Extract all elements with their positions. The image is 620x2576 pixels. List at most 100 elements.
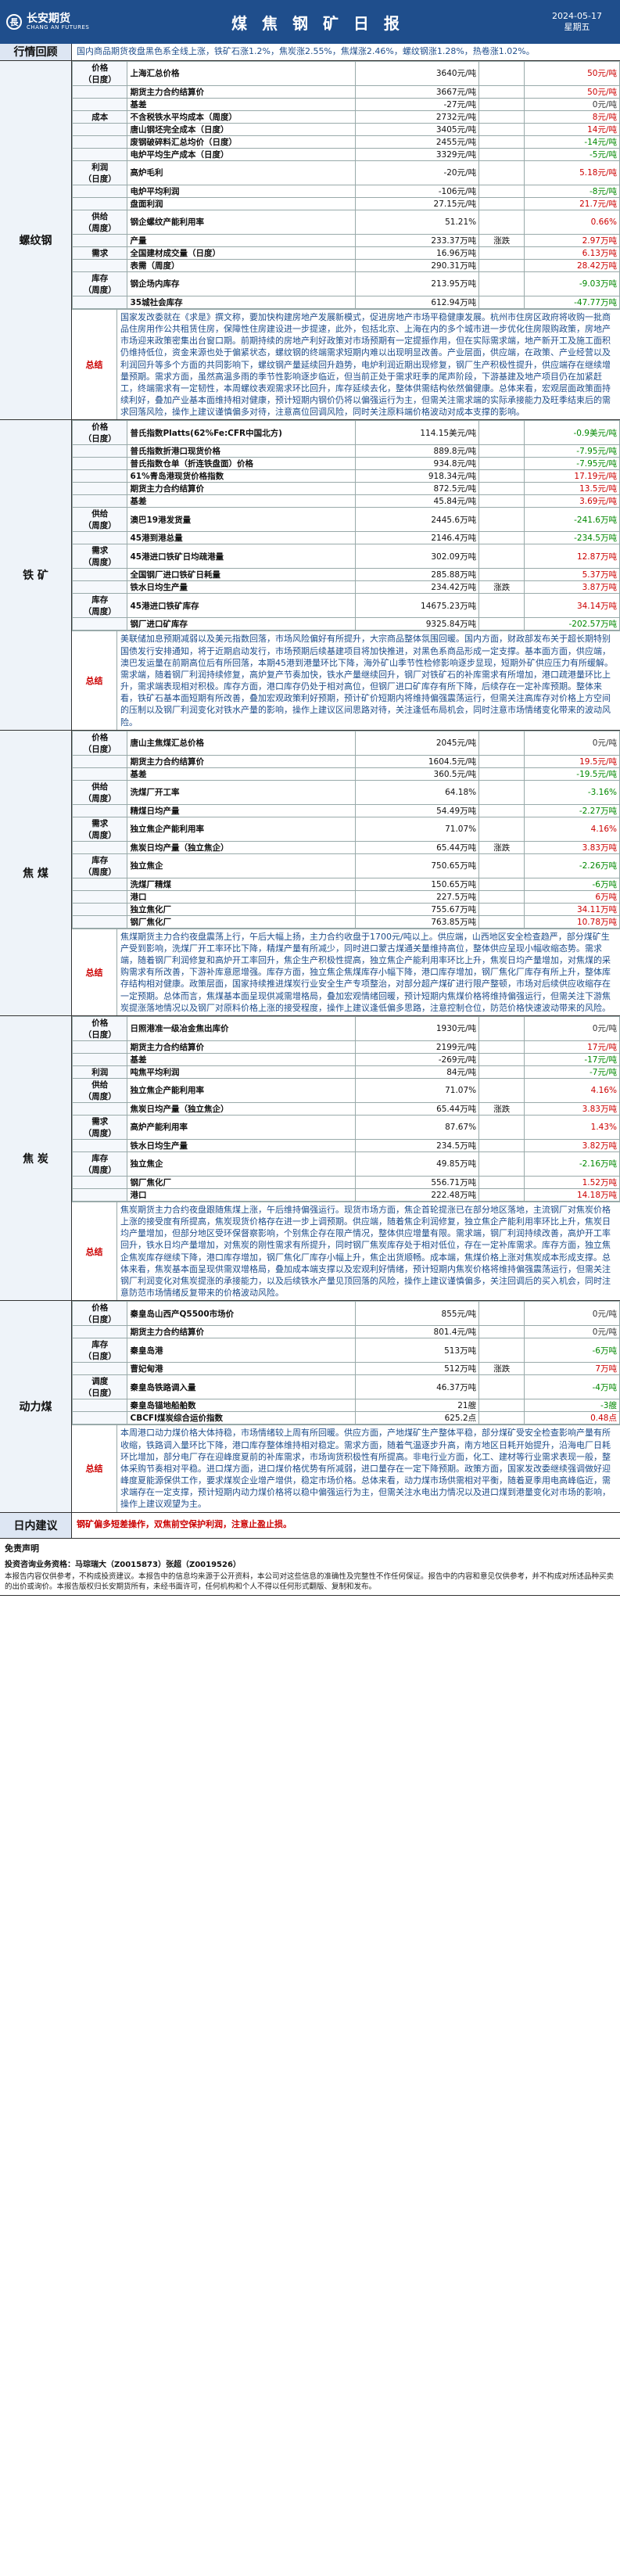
disclaimer-qualification: 投资咨询业务资格：马琮瑞大（Z0015873）张超（Z0019526）	[5, 1560, 241, 1569]
indicator-change: -9.03万吨	[524, 271, 620, 296]
indicator-value: 213.95万吨	[355, 271, 480, 296]
table-row: 利润 吨焦平均利润 84元/吨 -7元/吨	[71, 1065, 620, 1079]
table-row: 电炉平均生产成本（日度） 3329元/吨 -5元/吨	[71, 147, 620, 161]
change-label	[478, 1077, 525, 1103]
indicator-change: -241.6万吨	[524, 507, 620, 533]
indicator-category	[71, 295, 128, 309]
indicator-category	[71, 258, 128, 272]
indicator-category	[71, 754, 128, 768]
indicator-name: 普氏指数折港口现货价格	[127, 444, 357, 458]
market-review-label: 行情回顾	[0, 44, 72, 60]
indicator-category: 库存 （周度）	[71, 853, 128, 878]
indicator-name: 上海汇总价格	[127, 60, 357, 86]
indicator-change: -2.27万吨	[524, 803, 620, 817]
indicator-change: -2.16万吨	[524, 1151, 620, 1177]
table-row: 基差 360.5元/吨 -19.5元/吨	[71, 767, 620, 781]
indicator-name: 普氏指数仓单（折连铁盘面）价格	[127, 457, 357, 471]
section-label: 铁 矿	[0, 420, 72, 730]
indicator-category	[71, 1325, 128, 1339]
table-row: 精煤日均产量 54.49万吨 -2.27万吨	[71, 803, 620, 817]
indicator-name: 钢厂焦化厂	[127, 914, 357, 929]
indicator-category	[71, 531, 128, 545]
indicator-value: 513万吨	[355, 1338, 480, 1363]
section-4: 动力煤 价格 （日度） 秦皇岛山西产Q5500市场价 855元/吨 0元/吨 期货主力合约…	[0, 1301, 620, 1513]
change-label	[478, 568, 525, 582]
indicator-change: -6万吨	[524, 1338, 620, 1363]
indicator-change: 5.37万吨	[524, 568, 620, 582]
indicator-category	[71, 444, 128, 458]
table-row: 港口 222.48万吨 14.18万吨	[71, 1187, 620, 1202]
indicator-change: 3.69元/吨	[524, 494, 620, 508]
indicator-value: 234.42万吨	[355, 580, 480, 595]
indicator-value: 3405元/吨	[355, 122, 480, 136]
indicator-name: 基差	[127, 1052, 357, 1066]
indicator-change: -7.95元/吨	[524, 457, 620, 471]
table-row: 需求 全国建材成交量（日度） 16.96万吨 6.13万吨	[71, 246, 620, 260]
indicator-change: 3.87万吨	[524, 580, 620, 595]
indicator-value: 612.94万吨	[355, 295, 480, 309]
indicator-category	[71, 1040, 128, 1054]
indicator-change: -47.77万吨	[524, 295, 620, 309]
indicator-category	[71, 580, 128, 595]
change-label	[478, 1138, 525, 1152]
change-label: 涨跌	[478, 840, 525, 854]
indicator-name: 日照港准一级冶金焦出库价	[127, 1015, 357, 1041]
table-row: 成本 不含税铁水平均成本（周度） 2732元/吨 8元/吨	[71, 110, 620, 124]
indicator-category	[71, 184, 128, 198]
brand-logo-icon: 長	[6, 14, 22, 30]
indicator-category	[71, 1101, 128, 1116]
table-row: 期货主力合约结算价 2199元/吨 17元/吨	[71, 1040, 620, 1054]
indicator-change: -202.57万吨	[524, 617, 620, 631]
change-label	[478, 1114, 525, 1140]
indicator-name: 独立焦企产能利用率	[127, 816, 357, 842]
indicator-table: 价格 （日度） 唐山主焦煤汇总价格 2045元/吨 0元/吨 期货主力合约结算价 1604…	[71, 730, 620, 929]
section-body: 价格 （日度） 普氏指数Platts(62%Fe:CFR中国北方) 114.15美元…	[71, 420, 620, 730]
change-label	[478, 457, 525, 471]
table-row: 独立焦化厂 755.67万吨 34.11万吨	[71, 902, 620, 916]
section-label: 焦 炭	[0, 1015, 72, 1301]
summary-label: 总结	[72, 1425, 117, 1512]
change-label	[478, 914, 525, 929]
indicator-change: 14元/吨	[524, 122, 620, 136]
change-label: 涨跌	[478, 1101, 525, 1116]
indicator-category: 供给 （周度）	[71, 209, 128, 235]
change-label	[478, 295, 525, 309]
indicator-change: -5元/吨	[524, 147, 620, 161]
indicator-name: 唐山主焦煤汇总价格	[127, 730, 357, 756]
change-label	[478, 196, 525, 210]
indicator-category: 供给 （周度）	[71, 507, 128, 533]
indicator-category	[71, 147, 128, 161]
indicator-category: 成本	[71, 110, 128, 124]
indicator-category	[71, 457, 128, 471]
indicator-name: 基差	[127, 494, 357, 508]
indicator-change: 28.42万吨	[524, 258, 620, 272]
indicator-name: 港口	[127, 889, 357, 904]
indicator-name: 电炉平均生产成本（日度）	[127, 147, 357, 161]
indicator-name: 表需（周度）	[127, 258, 357, 272]
table-row: 期货主力合约结算价 3667元/吨 50元/吨	[71, 84, 620, 99]
indicator-change: 4.16%	[524, 816, 620, 842]
indicator-category	[71, 1399, 128, 1413]
indicator-value: -27元/吨	[355, 97, 480, 111]
indicator-name: 独立焦企产能利用率	[127, 1077, 357, 1103]
indicator-change: 8元/吨	[524, 110, 620, 124]
indicator-value: 2732元/吨	[355, 110, 480, 124]
indicator-change: 17.19元/吨	[524, 469, 620, 483]
table-row: 价格 （日度） 秦皇岛山西产Q5500市场价 855元/吨 0元/吨	[71, 1301, 620, 1327]
change-label	[478, 494, 525, 508]
indicator-name: 期货主力合约结算价	[127, 1325, 357, 1339]
indicator-change: 17元/吨	[524, 1040, 620, 1054]
indicator-change: 6.13万吨	[524, 246, 620, 260]
indicator-category	[71, 494, 128, 508]
summary-text: 美联储加息预期减弱以及美元指数回落，市场风险偏好有所提升，大宗商品整体氛围回暖。…	[120, 634, 613, 728]
change-label	[478, 184, 525, 198]
indicator-category	[71, 469, 128, 483]
indicator-change: -19.5元/吨	[524, 767, 620, 781]
indicator-value: 872.5元/吨	[355, 482, 480, 496]
indicator-category	[71, 1138, 128, 1152]
indicator-name: 期货主力合约结算价	[127, 1040, 357, 1054]
table-row: 表需（周度） 290.31万吨 28.42万吨	[71, 258, 620, 272]
indicator-value: 556.71万吨	[355, 1175, 480, 1189]
indicator-value: 918.34元/吨	[355, 469, 480, 483]
indicator-category: 价格 （日度）	[71, 60, 128, 86]
